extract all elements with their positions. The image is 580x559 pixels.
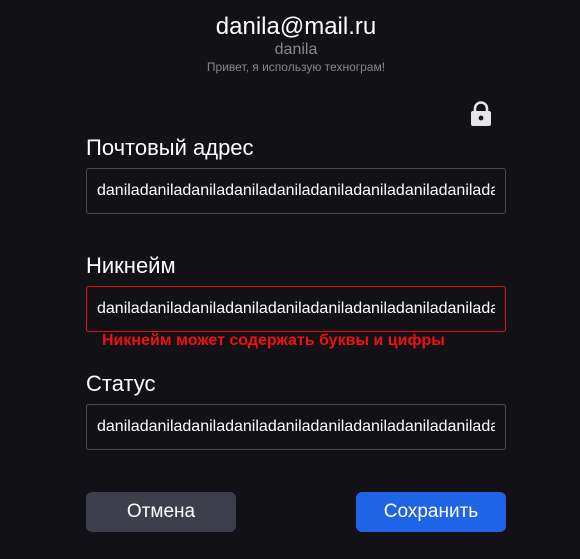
email-label: Почтовый адрес [86,135,254,160]
nickname-error-message: Никнейм может содержать буквы и цифры [102,332,445,349]
save-button[interactable]: Сохранить [356,492,506,532]
nickname-label: Никнейм [86,253,176,278]
profile-email: danila@mail.ru [215,13,377,40]
cancel-button[interactable]: Отмена [86,492,236,532]
profile-status: Привет, я использую техногрaм! [206,60,386,74]
lock-icon-svg [471,101,491,126]
profile-nickname: danila [274,41,318,58]
nickname-field[interactable] [86,286,506,332]
email-field[interactable] [86,168,506,214]
lock-icon[interactable] [468,100,494,128]
status-field[interactable] [86,404,506,450]
status-label: Статус [86,371,156,396]
